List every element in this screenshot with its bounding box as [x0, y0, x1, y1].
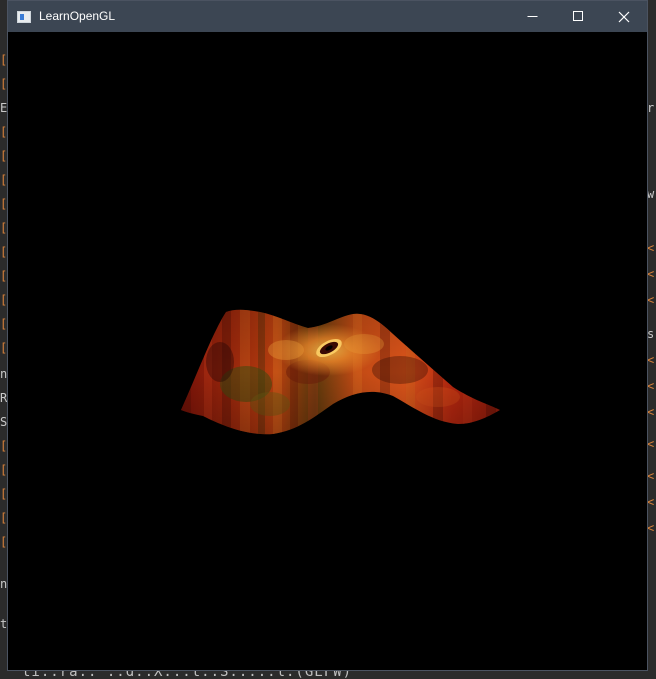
minimize-icon	[527, 16, 537, 17]
background-glyph: <	[647, 293, 655, 307]
window-controls	[509, 1, 647, 32]
background-editor-right-strip: r w < < < s < < < < < < <	[647, 30, 656, 679]
background-glyph: <	[647, 469, 655, 483]
background-editor-bottom-strip: ti..ra.. ..d..X...t..S.....l.(GLFW)	[0, 670, 656, 679]
background-glyph: s	[647, 327, 655, 341]
app-window-icon	[17, 10, 31, 23]
background-glyph: <	[647, 405, 655, 419]
plane-texture	[181, 309, 500, 435]
background-glyph: <	[647, 353, 655, 367]
background-glyph: <	[647, 521, 655, 535]
background-glyph: <	[647, 267, 655, 281]
learnopengl-window[interactable]: LearnOpenGL	[7, 0, 648, 671]
close-button[interactable]	[601, 1, 647, 32]
background-glyph: <	[647, 437, 655, 451]
background-glyph: <	[647, 379, 655, 393]
textured-wavy-plane	[181, 309, 500, 435]
window-titlebar[interactable]: LearnOpenGL	[8, 1, 647, 32]
background-glyph: r	[647, 101, 655, 115]
maximize-icon	[572, 11, 583, 21]
opengl-viewport[interactable]	[8, 32, 647, 670]
maximize-button[interactable]	[555, 1, 601, 32]
background-glyph: w	[647, 187, 655, 201]
background-code-line: ti..ra.. ..d..X...t..S.....l.(GLFW)	[22, 670, 353, 679]
window-title: LearnOpenGL	[39, 9, 116, 23]
close-icon	[618, 11, 630, 22]
background-glyph: <	[647, 241, 655, 255]
minimize-button[interactable]	[509, 1, 555, 32]
background-glyph: <	[647, 495, 655, 509]
